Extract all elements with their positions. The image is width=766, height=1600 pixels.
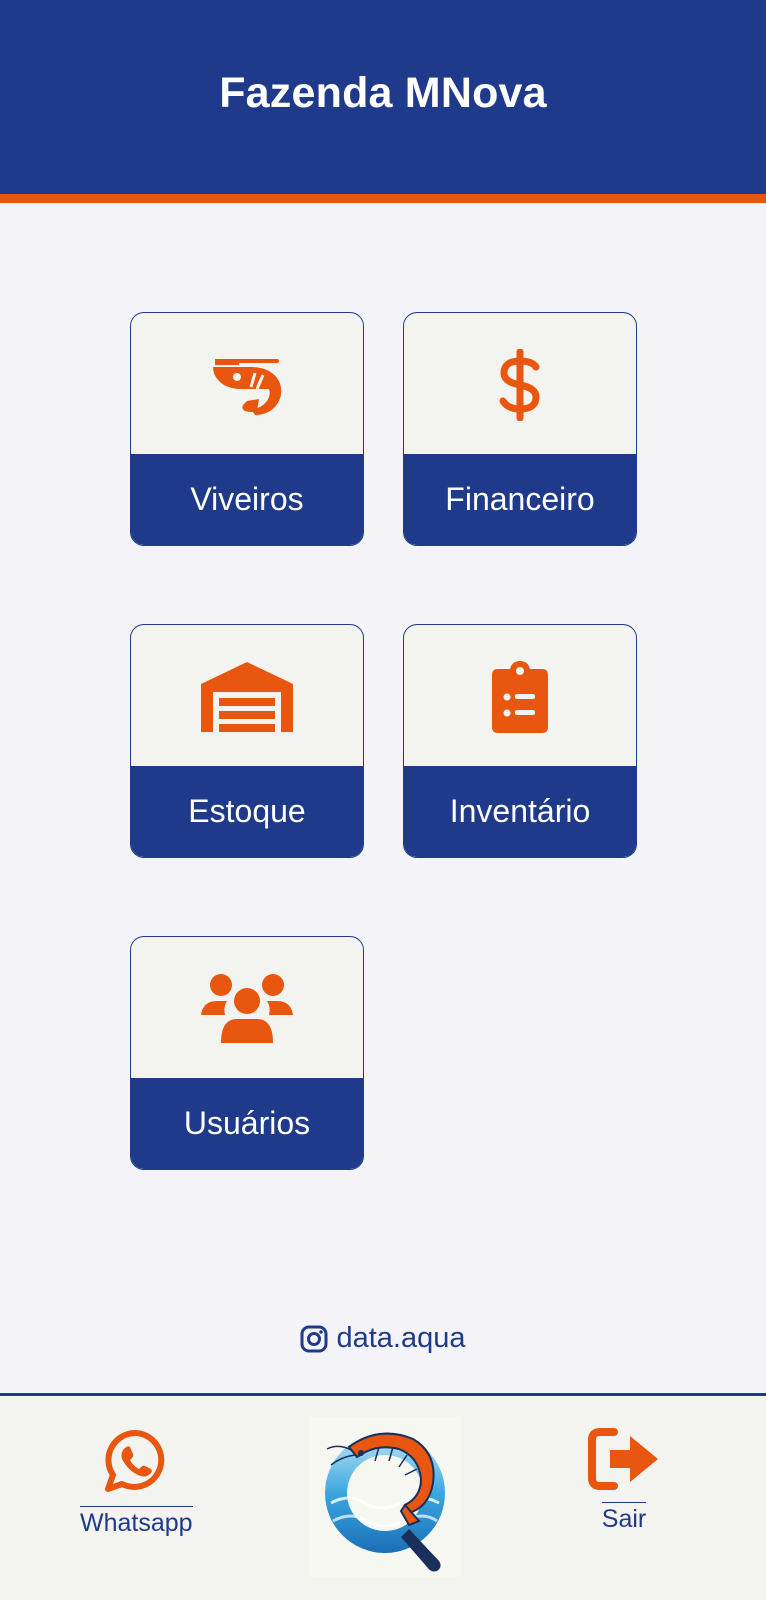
warehouse-icon [201,661,293,732]
tile-label-inventario: Inventário [449,793,591,829]
logout-label: Sair [601,1502,647,1534]
app-header: Fazenda MNova [0,0,766,203]
tile-estoque[interactable]: Estoque [130,624,364,858]
tile-financeiro[interactable]: Financeiro [403,312,637,546]
tile-usuarios[interactable]: Usuários [130,936,364,1170]
app-logo [309,1417,461,1577]
whatsapp-label: Whatsapp [80,1506,193,1538]
tile-inventario[interactable]: Inventário [403,624,637,858]
tile-label-usuarios: Usuários [183,1105,311,1141]
tile-icon-area [131,313,363,456]
app-logo-shrimp-q-icon [325,1432,445,1572]
clipboard-list-icon [492,660,548,733]
bottom-bar: Whatsapp Sair [0,1393,766,1600]
tile-label-estoque: Estoque [188,793,306,829]
shrimp-icon [213,358,282,415]
tile-icon-area [404,313,636,456]
instagram-icon [300,1325,328,1352]
logout-icon [588,1428,658,1490]
tile-icon-area [404,625,636,768]
whatsapp-button[interactable]: Whatsapp [80,1428,193,1538]
users-icon [201,973,293,1043]
logout-button[interactable]: Sair [588,1428,660,1534]
instagram-link[interactable]: data.aqua [0,1322,766,1355]
tile-label-viveiros: Viveiros [190,481,304,517]
instagram-handle: data.aqua [336,1322,466,1354]
whatsapp-icon [105,1429,165,1492]
page-title: Fazenda MNova [219,68,547,117]
dollar-icon [499,348,540,421]
tile-icon-area [131,625,363,768]
tile-label-financeiro: Financeiro [445,481,595,517]
tile-icon-area [131,937,363,1080]
tile-viveiros[interactable]: Viveiros [130,312,364,546]
